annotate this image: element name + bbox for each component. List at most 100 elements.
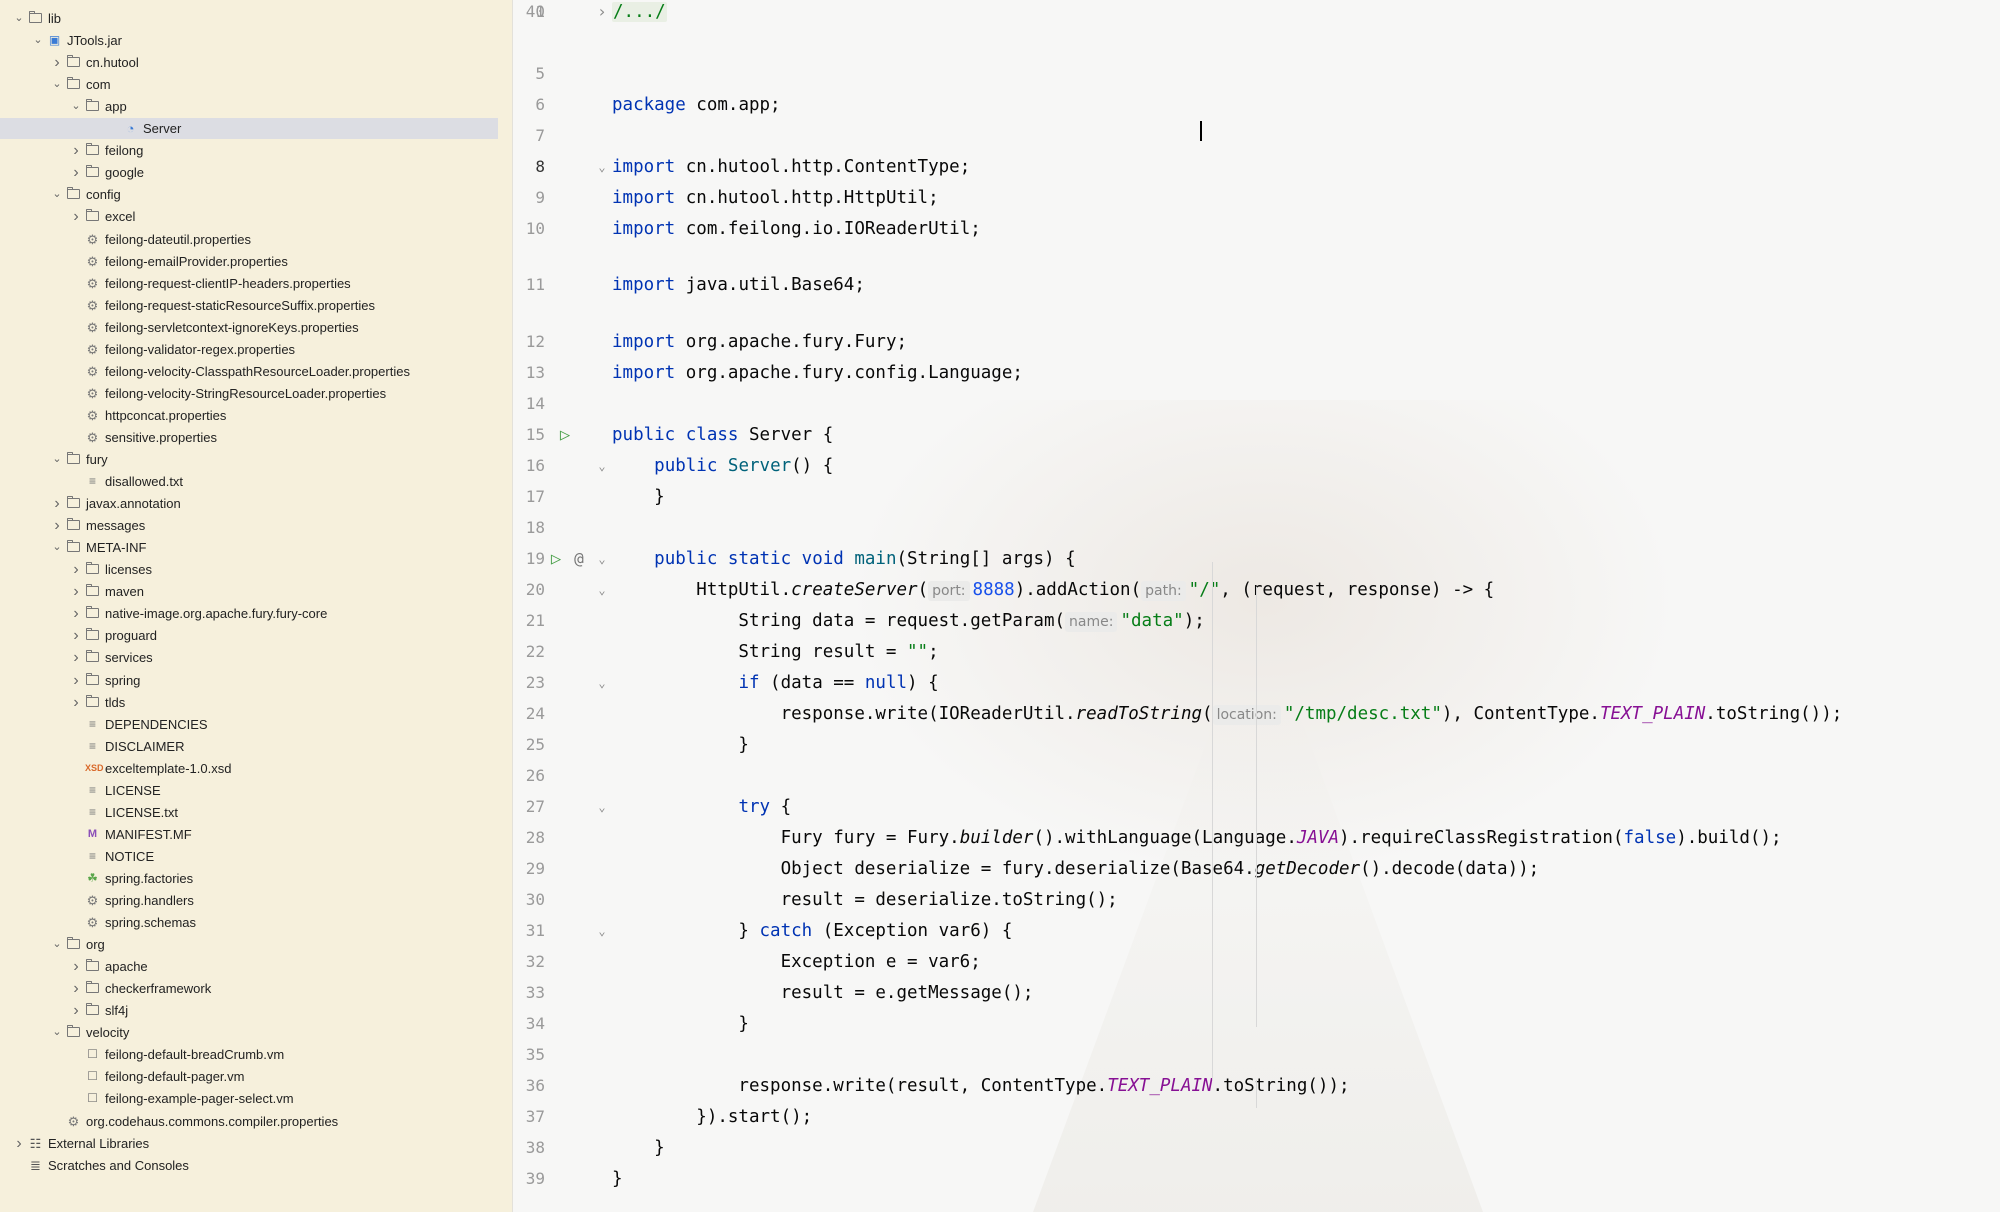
tree-item[interactable]: ≡ NOTICE <box>0 846 498 867</box>
tree-item[interactable]: ⌄ org <box>0 934 498 955</box>
tree-item[interactable]: › checkerframework <box>0 978 498 999</box>
tree-item[interactable]: ≡ LICENSE.txt <box>0 802 498 823</box>
chevron-right-icon[interactable]: › <box>69 581 83 602</box>
tree-item[interactable]: › proguard <box>0 625 498 646</box>
chevron-down-icon[interactable]: ⌄ <box>69 96 83 117</box>
chevron-right-icon[interactable]: › <box>69 670 83 691</box>
tree-item[interactable]: ⌄ fury <box>0 449 498 470</box>
tree-item[interactable]: ☐ feilong-example-pager-select.vm <box>0 1088 498 1109</box>
code-line[interactable]: 14 <box>513 392 2000 416</box>
chevron-down-icon[interactable]: ⌄ <box>50 1022 64 1043</box>
chevron-right-icon[interactable]: › <box>69 140 83 161</box>
chevron-right-icon[interactable]: › <box>69 1000 83 1021</box>
fold-icon[interactable]: ⌄ <box>595 795 609 819</box>
tree-item[interactable]: › google <box>0 162 498 183</box>
run-icon[interactable]: ▷ <box>556 423 574 447</box>
tree-item[interactable]: ⚙ feilong-request-clientIP-headers.proper… <box>0 273 498 294</box>
code-line[interactable]: 11 import java.util.Base64; <box>513 273 2000 297</box>
tree-item[interactable]: ⚙ sensitive.properties <box>0 427 498 448</box>
tree-item[interactable]: ≣ Scratches and Consoles <box>0 1155 498 1176</box>
tree-item[interactable]: ◔ Server <box>0 118 498 140</box>
tree-item[interactable]: › tlds <box>0 692 498 713</box>
tree-item[interactable]: ⌄ com <box>0 74 498 95</box>
tree-item[interactable]: ☘ spring.factories <box>0 868 498 889</box>
tree-item[interactable]: › javax.annotation <box>0 493 498 514</box>
fold-icon[interactable]: ⌄ <box>595 919 609 943</box>
tree-item[interactable]: › spring <box>0 670 498 691</box>
fold-icon[interactable]: ⌄ <box>595 547 609 571</box>
chevron-down-icon[interactable]: ⌄ <box>50 74 64 95</box>
tree-item[interactable]: › ☷ External Libraries <box>0 1133 498 1154</box>
code-line[interactable]: 9 import cn.hutool.http.HttpUtil; <box>513 186 2000 210</box>
tree-item[interactable]: XSD exceltemplate-1.0.xsd <box>0 758 498 779</box>
tree-item[interactable]: › native-image.org.apache.fury.fury-core <box>0 603 498 624</box>
code-line[interactable]: 13 import org.apache.fury.config.Language… <box>513 361 2000 385</box>
chevron-right-icon[interactable]: › <box>69 978 83 999</box>
chevron-down-icon[interactable]: ⌄ <box>31 30 45 51</box>
code-line[interactable]: 19 ▷ @ ⌄ public static void main(String[] a… <box>513 547 2000 571</box>
fold-icon[interactable]: ⌄ <box>595 454 609 478</box>
implementation-marker-icon[interactable]: @ <box>570 547 588 571</box>
tree-item[interactable]: › maven <box>0 581 498 602</box>
tree-item[interactable]: › excel <box>0 206 498 227</box>
tree-item[interactable]: ⌄ ▣ JTools.jar <box>0 30 498 51</box>
tree-item[interactable]: ☐ feilong-default-breadCrumb.vm <box>0 1044 498 1065</box>
code-line[interactable]: 16 ⌄ public Server() { <box>513 454 2000 478</box>
chevron-right-icon[interactable]: › <box>69 625 83 646</box>
code-editor[interactable]: 1 ›/.../5 6 package com.app; 7 8 ⌄ import cn.hu… <box>513 0 2000 1212</box>
tree-item[interactable]: › services <box>0 647 498 668</box>
chevron-right-icon[interactable]: › <box>69 559 83 580</box>
tree-item[interactable]: › messages <box>0 515 498 536</box>
tree-item[interactable]: ⌄ velocity <box>0 1022 498 1043</box>
chevron-down-icon[interactable]: ⌄ <box>12 8 26 29</box>
code-line[interactable]: 10 import com.feilong.io.IOReaderUtil; <box>513 217 2000 241</box>
tree-item[interactable]: ≡ disallowed.txt <box>0 471 498 492</box>
code-line[interactable]: 12 import org.apache.fury.Fury; <box>513 330 2000 354</box>
tree-item[interactable]: ☐ feilong-default-pager.vm <box>0 1066 498 1087</box>
tree-item[interactable]: ≡ DEPENDENCIES <box>0 714 498 735</box>
code-line[interactable]: 39} <box>513 1167 2000 1191</box>
chevron-right-icon[interactable]: › <box>12 1133 26 1154</box>
tree-item[interactable]: ⚙ org.codehaus.commons.compiler.propertie… <box>0 1111 498 1132</box>
project-tree-panel[interactable]: ⌄ lib ⌄ ▣ JTools.jar › cn.hutool ⌄ com ⌄ app ◔ Serve… <box>0 0 513 1212</box>
chevron-down-icon[interactable]: ⌄ <box>50 184 64 205</box>
fold-icon[interactable]: ⌄ <box>595 155 609 179</box>
chevron-right-icon[interactable]: › <box>69 603 83 624</box>
tree-item[interactable]: ⚙ feilong-velocity-ClasspathResourceLoade… <box>0 361 498 382</box>
code-line[interactable]: 38 } <box>513 1136 2000 1160</box>
code-line[interactable]: 35 <box>513 1043 2000 1067</box>
tree-item[interactable]: › licenses <box>0 559 498 580</box>
tree-item[interactable]: M MANIFEST.MF <box>0 824 498 845</box>
chevron-right-icon[interactable]: › <box>50 52 64 73</box>
code-line[interactable]: 37 }).start(); <box>513 1105 2000 1129</box>
code-line[interactable]: 40 <box>513 0 2000 24</box>
fold-icon[interactable]: ⌄ <box>595 671 609 695</box>
code-line[interactable]: 15 ▷ public class Server { <box>513 423 2000 447</box>
tree-item[interactable]: ⚙ feilong-request-staticResourceSuffix.pr… <box>0 295 498 316</box>
chevron-down-icon[interactable]: ⌄ <box>50 537 64 558</box>
tree-item[interactable]: ⚙ feilong-dateutil.properties <box>0 229 498 250</box>
tree-item[interactable]: › cn.hutool <box>0 52 498 73</box>
tree-item[interactable]: › apache <box>0 956 498 977</box>
tree-item[interactable]: ⚙ feilong-emailProvider.properties <box>0 251 498 272</box>
code-line[interactable]: 6 package com.app; <box>513 93 2000 117</box>
chevron-down-icon[interactable]: ⌄ <box>50 449 64 470</box>
chevron-right-icon[interactable]: › <box>69 956 83 977</box>
tree-item[interactable]: ⚙ feilong-velocity-StringResourceLoader.p… <box>0 383 498 404</box>
chevron-right-icon[interactable]: › <box>69 647 83 668</box>
code-line[interactable]: 8 ⌄ import cn.hutool.http.ContentType; <box>513 155 2000 179</box>
code-line[interactable]: 7 <box>513 124 2000 148</box>
tree-item[interactable]: › slf4j <box>0 1000 498 1021</box>
tree-item[interactable]: ⌄ META-INF <box>0 537 498 558</box>
tree-item[interactable]: ≡ DISCLAIMER <box>0 736 498 757</box>
chevron-right-icon[interactable]: › <box>69 162 83 183</box>
chevron-down-icon[interactable]: ⌄ <box>50 934 64 955</box>
chevron-right-icon[interactable]: › <box>50 515 64 536</box>
run-icon[interactable]: ▷ <box>547 547 565 571</box>
code-line[interactable]: 18 <box>513 516 2000 540</box>
chevron-right-icon[interactable]: › <box>69 206 83 227</box>
tree-item[interactable]: ⚙ spring.schemas <box>0 912 498 933</box>
tree-item[interactable]: › feilong <box>0 140 498 161</box>
chevron-right-icon[interactable]: › <box>50 493 64 514</box>
code-line[interactable]: 5 <box>513 62 2000 86</box>
